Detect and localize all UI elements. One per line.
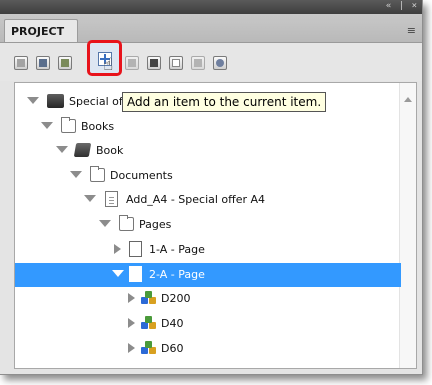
tree-item-label: Pages [139, 218, 172, 231]
project-panel-window: « | × PROJECT ≡ ☝ Special of Books Book … [0, 0, 423, 375]
refresh-item-icon[interactable] [213, 56, 227, 70]
book-icon [73, 143, 92, 157]
tree-row-book[interactable]: Book [15, 139, 401, 163]
cubes-icon [141, 316, 157, 330]
collapse-toggle-icon[interactable] [128, 343, 135, 353]
panel-window-controls[interactable]: « | × [386, 1, 418, 11]
add-page-icon[interactable] [125, 56, 139, 70]
open-item-icon[interactable] [14, 56, 28, 70]
save-item-icon[interactable] [36, 56, 50, 70]
tree-item-label: 2-A - Page [149, 268, 205, 281]
tree-row-books[interactable]: Books [15, 115, 401, 139]
tree-row-page-2a-selected[interactable]: 2-A - Page [15, 263, 401, 287]
expand-toggle-icon[interactable] [27, 97, 39, 104]
edit-item-icon[interactable] [58, 56, 72, 70]
expand-toggle-icon[interactable] [99, 220, 111, 227]
tree-item-label: D60 [161, 342, 184, 355]
tree-row-add-a4[interactable]: Add_A4 - Special offer A4 [15, 188, 401, 212]
add-item-tooltip: Add an item to the current item. [122, 92, 327, 112]
panel-menu-icon[interactable]: ≡ [407, 24, 416, 37]
tree-row-documents[interactable]: Documents [15, 164, 401, 188]
tree-scrollbar[interactable] [399, 83, 416, 368]
collapse-toggle-icon[interactable] [128, 293, 135, 303]
tree-row-pages[interactable]: Pages [15, 213, 401, 237]
expand-toggle-icon[interactable] [70, 171, 82, 178]
project-tree[interactable]: Special of Books Book Documents Add_A4 -… [14, 82, 417, 369]
new-item-icon[interactable] [169, 56, 183, 70]
tree-item-label: Documents [110, 169, 173, 182]
tree-item-label: Books [81, 120, 115, 133]
page-icon [129, 241, 142, 257]
cubes-icon [141, 291, 157, 305]
panel-title-bar: « | × [0, 0, 422, 14]
tree-row-d60[interactable]: D60 [15, 337, 401, 361]
tree-item-label: Add_A4 - Special offer A4 [126, 193, 266, 206]
tree-item-label: D200 [161, 292, 191, 305]
tree-row-d40[interactable]: D40 [15, 312, 401, 336]
tree-row-page-1a[interactable]: 1-A - Page [15, 238, 401, 262]
scroll-up-arrow-icon[interactable] [404, 97, 412, 102]
expand-toggle-icon[interactable] [41, 122, 53, 129]
view-item-icon[interactable] [191, 56, 205, 70]
special-offer-icon [47, 94, 64, 108]
expand-toggle-icon[interactable] [84, 195, 96, 202]
collapse-toggle-icon[interactable] [128, 318, 135, 328]
page-icon [129, 266, 142, 282]
tree-item-label: Book [96, 144, 124, 157]
tree-row-d200[interactable]: D200 [15, 287, 401, 311]
tree-item-label: 1-A - Page [149, 243, 205, 256]
toolbar [0, 43, 422, 81]
tree-item-label: Special of [69, 95, 123, 108]
tree-item-label: D40 [161, 317, 184, 330]
expand-toggle-icon[interactable] [56, 146, 68, 153]
panel-tab-bar: PROJECT ≡ [0, 14, 422, 43]
tab-project[interactable]: PROJECT [4, 19, 78, 42]
cubes-icon [141, 341, 157, 355]
collapse-toggle-icon[interactable] [114, 244, 121, 254]
folder-icon [90, 166, 105, 182]
expand-toggle-icon[interactable] [112, 270, 124, 277]
folder-icon [119, 215, 134, 231]
document-icon [105, 191, 118, 207]
folder-icon [61, 117, 76, 133]
delete-item-icon[interactable] [147, 56, 161, 70]
hand-cursor-icon: ☝ [103, 55, 114, 75]
